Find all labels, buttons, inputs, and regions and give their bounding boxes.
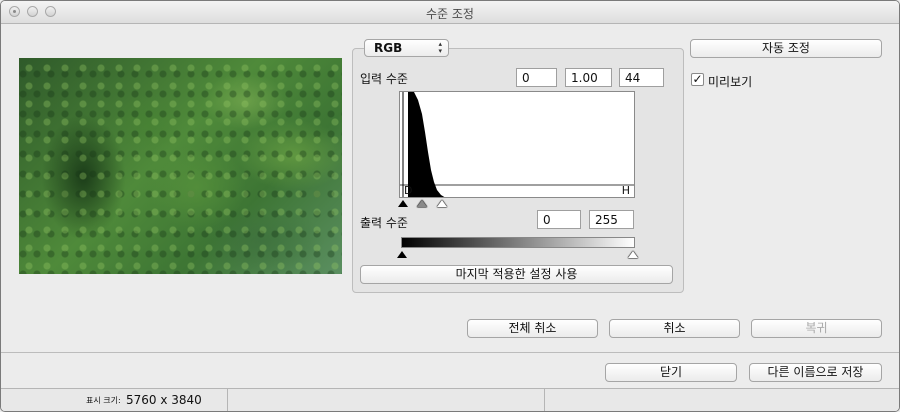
status-divider (227, 389, 228, 411)
window-title: 수준 조정 (426, 7, 474, 21)
checkmark-icon: ✓ (692, 72, 703, 86)
input-gamma-field[interactable]: 1.00 (565, 68, 612, 87)
input-black-slider-handle[interactable] (398, 200, 408, 207)
auto-adjust-button[interactable]: 자동 조정 (690, 39, 882, 58)
cancel-all-button[interactable]: 전체 취소 (467, 319, 598, 338)
save-as-button[interactable]: 다른 이름으로 저장 (749, 363, 882, 382)
levels-window: 수준 조정 RGB ▴ ▾ 입력 수준 0 1.00 44 D H 출력 수준 0… (0, 0, 900, 412)
histogram-high-marker: H (621, 184, 630, 197)
histogram: D H (399, 91, 635, 198)
status-bar: 표시 크기: 5760 x 3840 (1, 388, 899, 411)
output-gradient-bar (401, 237, 635, 248)
close-button[interactable]: 닫기 (605, 363, 737, 382)
input-white-slider-handle[interactable] (437, 200, 447, 207)
preview-checkbox[interactable]: ✓ (691, 73, 704, 86)
display-size-label: 표시 크기: (86, 396, 121, 405)
histogram-low-marker: D (404, 184, 413, 197)
status-divider (544, 389, 545, 411)
channel-select[interactable]: RGB ▴ ▾ (364, 39, 449, 57)
input-levels-label: 입력 수준 (360, 72, 408, 86)
input-black-field[interactable]: 0 (516, 68, 557, 87)
restore-button[interactable]: 복귀 (751, 319, 882, 338)
output-black-slider-handle[interactable] (397, 251, 407, 258)
select-arrows-icon: ▴ ▾ (438, 40, 442, 55)
histogram-graph (400, 92, 634, 197)
output-white-field[interactable]: 255 (589, 210, 634, 229)
input-gamma-slider-handle[interactable] (417, 200, 427, 207)
input-white-field[interactable]: 44 (619, 68, 664, 87)
cancel-button[interactable]: 취소 (609, 319, 740, 338)
title-bar: 수준 조정 (1, 1, 899, 24)
display-size-value: 5760 x 3840 (126, 393, 202, 407)
use-last-settings-button[interactable]: 마지막 적용한 설정 사용 (360, 265, 673, 284)
preview-label: 미리보기 (708, 75, 753, 89)
separator (1, 352, 899, 353)
output-black-field[interactable]: 0 (537, 210, 581, 229)
output-levels-label: 출력 수준 (360, 216, 408, 230)
output-white-slider-handle[interactable] (628, 251, 638, 258)
channel-select-value: RGB (374, 41, 403, 55)
image-preview (19, 58, 342, 274)
